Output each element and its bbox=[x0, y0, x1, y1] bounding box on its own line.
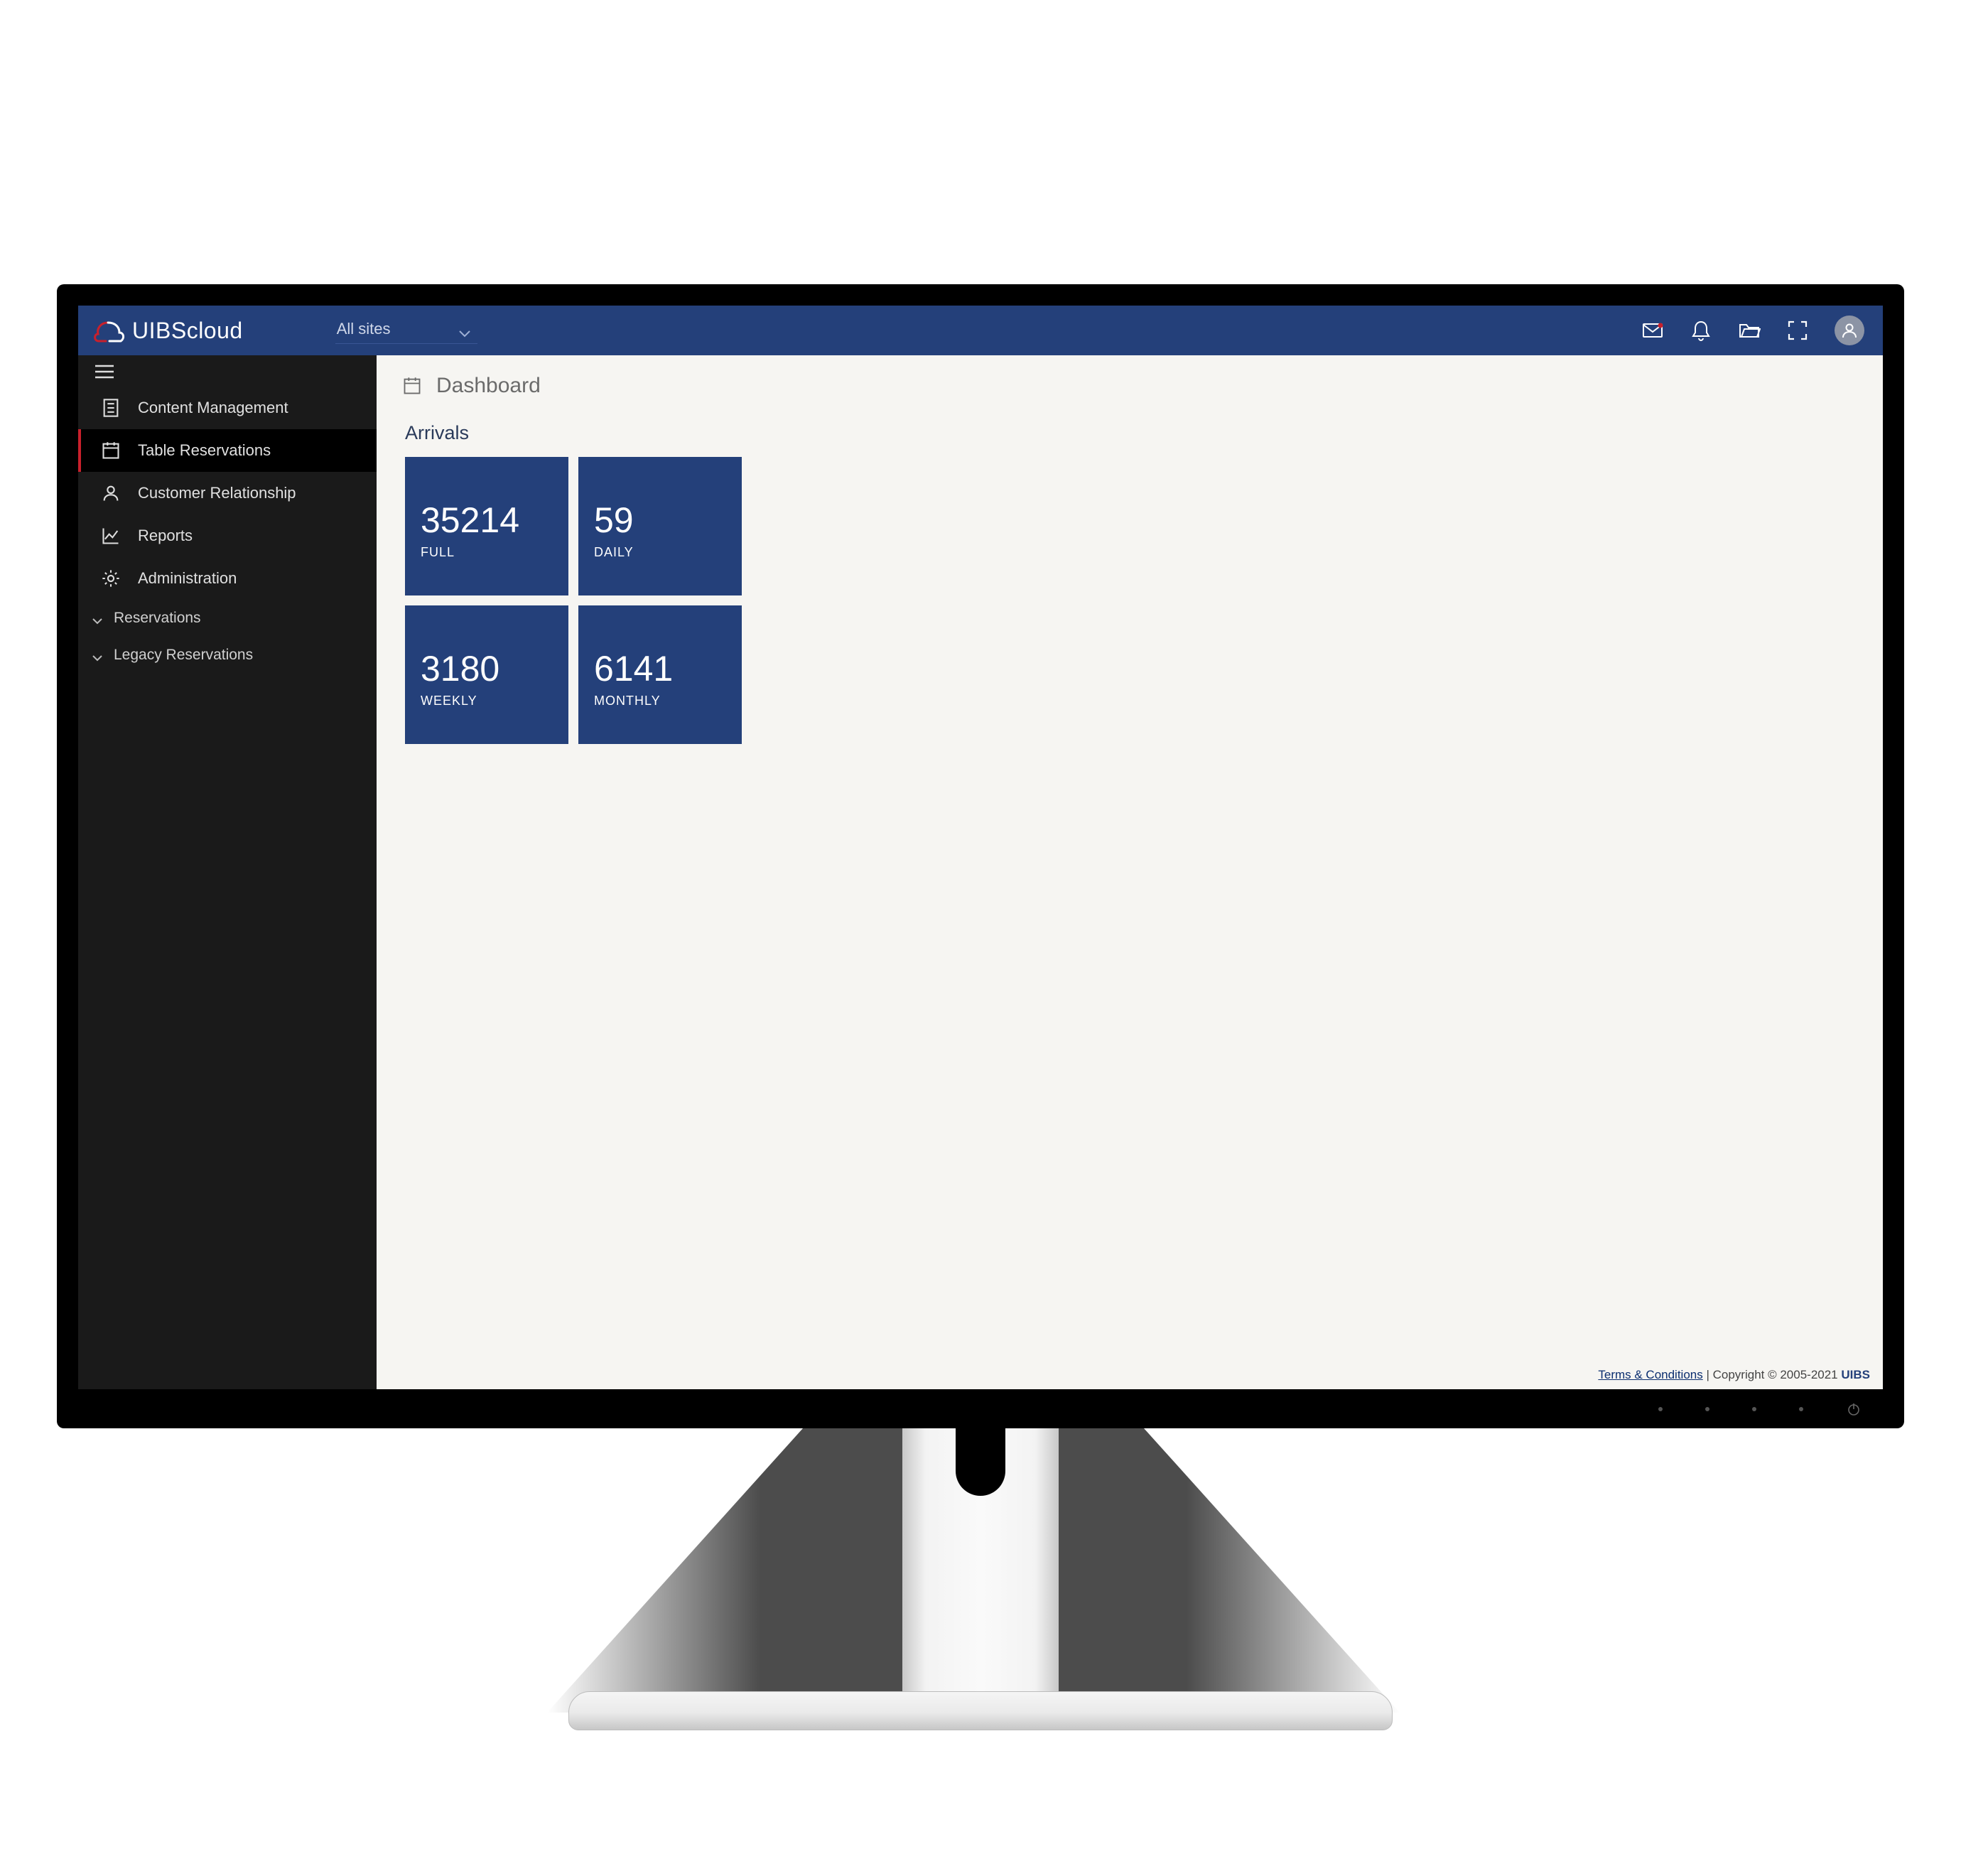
nav-item-customer-relationship[interactable]: Customer Relationship bbox=[78, 472, 377, 514]
mail-icon[interactable] bbox=[1641, 319, 1664, 342]
chevron-down-icon bbox=[91, 650, 104, 660]
tile-label: MONTHLY bbox=[594, 694, 726, 708]
chevron-down-icon bbox=[458, 324, 472, 334]
control-dot bbox=[1658, 1407, 1663, 1411]
sub-item-label: Reservations bbox=[114, 610, 201, 627]
monitor-frame: UIBScloud All sites bbox=[57, 284, 1904, 1428]
calendar-icon bbox=[101, 441, 121, 460]
folder-icon[interactable] bbox=[1738, 319, 1761, 342]
page-title: Dashboard bbox=[436, 374, 541, 398]
tile-value: 6141 bbox=[594, 651, 726, 686]
sidebar-toggle[interactable] bbox=[78, 355, 377, 387]
sub-item-legacy-reservations[interactable]: Legacy Reservations bbox=[78, 637, 377, 674]
power-icon bbox=[1846, 1401, 1862, 1417]
sub-item-reservations[interactable]: Reservations bbox=[78, 600, 377, 637]
control-dot bbox=[1705, 1407, 1709, 1411]
tile-value: 35214 bbox=[421, 502, 553, 538]
nav-item-label: Content Management bbox=[138, 399, 288, 417]
tile-full[interactable]: 35214 FULL bbox=[405, 457, 568, 595]
tile-label: WEEKLY bbox=[421, 694, 553, 708]
topbar-icons bbox=[1641, 316, 1869, 345]
nav-item-label: Administration bbox=[138, 569, 237, 588]
calendar-icon bbox=[402, 376, 422, 396]
tile-label: FULL bbox=[421, 545, 553, 560]
topbar: UIBScloud All sites bbox=[78, 306, 1883, 355]
logo[interactable]: UIBScloud bbox=[92, 317, 271, 344]
main-content: Dashboard Arrivals 35214 FULL 59 DAILY 3… bbox=[377, 355, 1883, 1389]
monitor-neck bbox=[803, 1428, 1158, 1705]
nav-item-reports[interactable]: Reports bbox=[78, 514, 377, 557]
control-dot bbox=[1799, 1407, 1803, 1411]
tile-label: DAILY bbox=[594, 545, 726, 560]
monitor-base bbox=[568, 1691, 1393, 1730]
fullscreen-icon[interactable] bbox=[1786, 319, 1809, 342]
tile-monthly[interactable]: 6141 MONTHLY bbox=[578, 605, 742, 744]
document-icon bbox=[101, 398, 121, 418]
nav-item-label: Reports bbox=[138, 527, 193, 545]
nav-item-content-management[interactable]: Content Management bbox=[78, 387, 377, 429]
gear-icon bbox=[101, 568, 121, 588]
control-dot bbox=[1752, 1407, 1756, 1411]
sidebar: Content Management Table Reservations Cu… bbox=[78, 355, 377, 1389]
chart-icon bbox=[101, 526, 121, 546]
footer-brand: UIBS bbox=[1841, 1368, 1870, 1381]
cloud-icon bbox=[92, 317, 126, 344]
copyright-text: | Copyright © 2005-2021 bbox=[1703, 1368, 1842, 1381]
site-selector-label: All sites bbox=[337, 320, 391, 338]
tile-value: 59 bbox=[594, 502, 726, 538]
nav-item-label: Customer Relationship bbox=[138, 484, 296, 502]
screen: UIBScloud All sites bbox=[78, 306, 1883, 1389]
page-header: Dashboard bbox=[377, 355, 1883, 406]
nav-item-table-reservations[interactable]: Table Reservations bbox=[78, 429, 377, 472]
tile-weekly[interactable]: 3180 WEEKLY bbox=[405, 605, 568, 744]
site-selector[interactable]: All sites bbox=[335, 317, 477, 344]
sub-item-label: Legacy Reservations bbox=[114, 647, 253, 664]
avatar[interactable] bbox=[1835, 316, 1864, 345]
footer: Terms & Conditions | Copyright © 2005-20… bbox=[377, 1361, 1883, 1389]
tiles-grid: 35214 FULL 59 DAILY 3180 WEEKLY 6141 MON… bbox=[377, 457, 1883, 744]
hamburger-icon bbox=[94, 364, 115, 379]
nav-item-label: Table Reservations bbox=[138, 441, 271, 460]
nav-list: Content Management Table Reservations Cu… bbox=[78, 387, 377, 600]
tile-value: 3180 bbox=[421, 651, 553, 686]
terms-link[interactable]: Terms & Conditions bbox=[1598, 1368, 1702, 1381]
nav-item-administration[interactable]: Administration bbox=[78, 557, 377, 600]
monitor-controls bbox=[1658, 1401, 1862, 1417]
logo-text: UIBScloud bbox=[132, 318, 243, 344]
chevron-down-icon bbox=[91, 613, 104, 623]
section-title: Arrivals bbox=[377, 406, 1883, 457]
tile-daily[interactable]: 59 DAILY bbox=[578, 457, 742, 595]
bell-icon[interactable] bbox=[1690, 319, 1712, 342]
person-icon bbox=[101, 483, 121, 503]
